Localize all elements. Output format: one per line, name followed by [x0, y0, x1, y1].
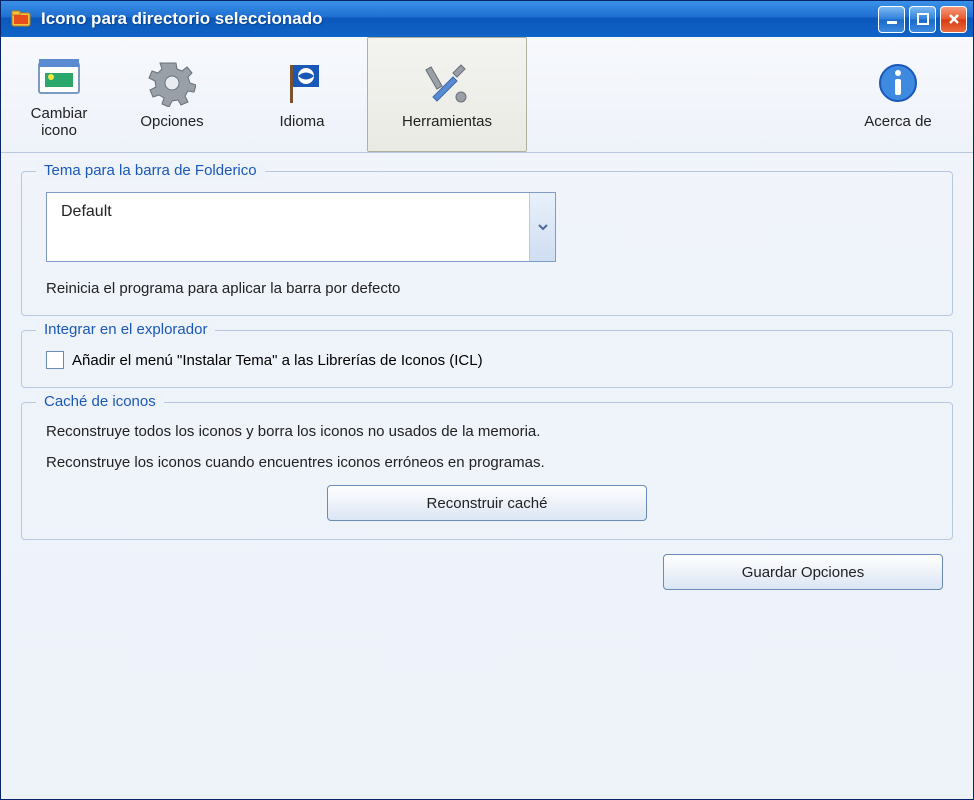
maximize-button[interactable]: [909, 6, 936, 33]
toolbar-label: Herramientas: [402, 113, 492, 130]
toolbar-label: Opciones: [140, 113, 203, 130]
group-title: Tema para la barra de Folderico: [36, 162, 265, 179]
footer: Guardar Opciones: [21, 554, 953, 590]
toolbar-about[interactable]: Acerca de: [833, 37, 963, 152]
install-theme-checkbox-row: Añadir el menú "Instalar Tema" a las Lib…: [46, 351, 928, 369]
gear-icon: [148, 59, 196, 107]
theme-selected-value: Default: [47, 193, 529, 261]
cache-description-1: Reconstruye todos los iconos y borra los…: [46, 423, 928, 440]
toolbar-label: Acerca de: [864, 113, 932, 130]
save-options-button[interactable]: Guardar Opciones: [663, 554, 943, 590]
cache-description-2: Reconstruye los iconos cuando encuentres…: [46, 454, 928, 471]
minimize-button[interactable]: [878, 6, 905, 33]
toolbar-options[interactable]: Opciones: [107, 37, 237, 152]
toolbar-language[interactable]: Idioma: [237, 37, 367, 152]
app-window: Icono para directorio seleccionado Cambi…: [0, 0, 974, 800]
group-title: Integrar en el explorador: [36, 321, 215, 338]
folder-image-icon: [35, 51, 83, 99]
chevron-down-icon[interactable]: [529, 193, 555, 261]
app-icon: [11, 9, 31, 29]
checkbox-label: Añadir el menú "Instalar Tema" a las Lib…: [72, 352, 483, 369]
theme-groupbox: Tema para la barra de Folderico Default …: [21, 171, 953, 316]
info-icon: [874, 59, 922, 107]
group-title: Caché de iconos: [36, 393, 164, 410]
toolbar-tools[interactable]: Herramientas: [367, 37, 527, 152]
toolbar-label: Cambiar icono: [12, 105, 106, 139]
close-button[interactable]: [940, 6, 967, 33]
window-title: Icono para directorio seleccionado: [41, 9, 878, 29]
titlebar: Icono para directorio seleccionado: [1, 1, 973, 37]
theme-hint: Reinicia el programa para aplicar la bar…: [46, 280, 928, 297]
tools-icon: [423, 59, 471, 107]
toolbar-label: Idioma: [279, 113, 324, 130]
window-controls: [878, 6, 967, 33]
toolbar: Cambiar icono Opciones Idioma Herramient…: [1, 37, 973, 153]
explorer-groupbox: Integrar en el explorador Añadir el menú…: [21, 330, 953, 388]
toolbar-change-icon[interactable]: Cambiar icono: [11, 37, 107, 152]
theme-combobox[interactable]: Default: [46, 192, 556, 262]
flag-globe-icon: [278, 59, 326, 107]
content-area: Tema para la barra de Folderico Default …: [1, 153, 973, 799]
cache-groupbox: Caché de iconos Reconstruye todos los ic…: [21, 402, 953, 540]
install-theme-checkbox[interactable]: [46, 351, 64, 369]
rebuild-cache-button[interactable]: Reconstruir caché: [327, 485, 647, 521]
